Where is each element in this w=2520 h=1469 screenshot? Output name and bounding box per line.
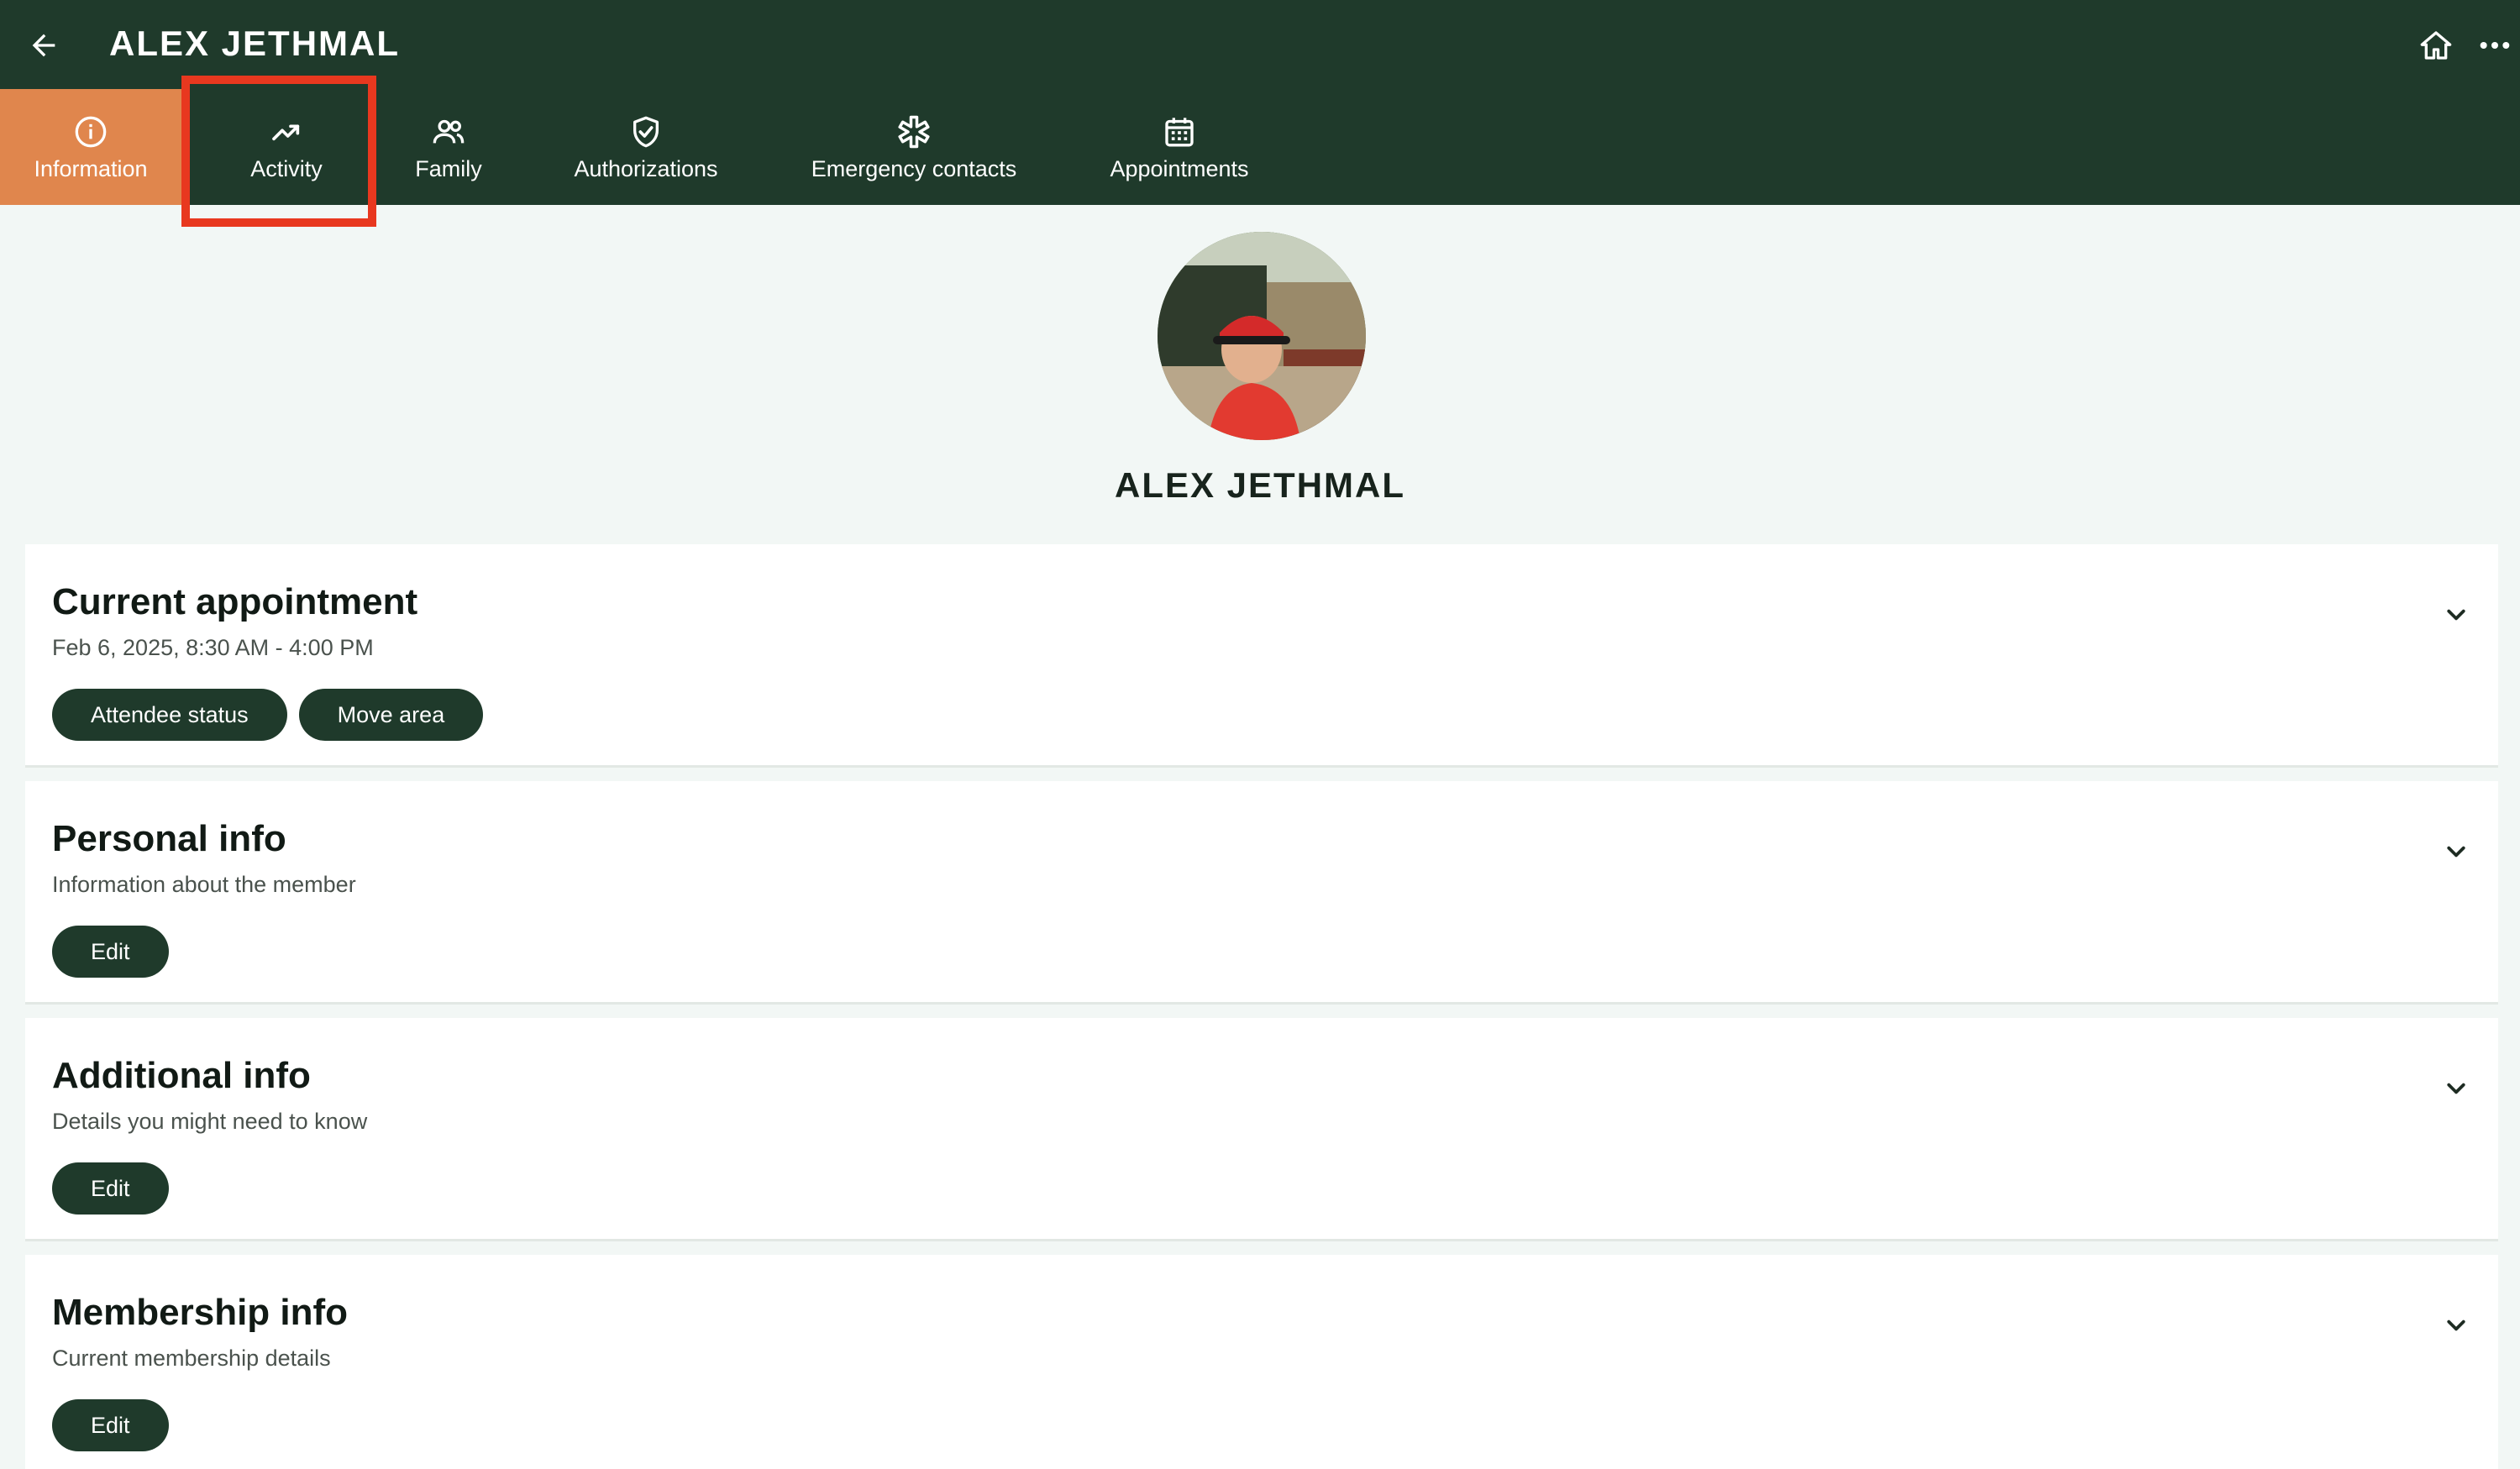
card-subtitle: Details you might need to know	[52, 1109, 368, 1134]
tab-label: Activity	[250, 155, 323, 181]
info-icon	[74, 113, 108, 151]
avatar[interactable]	[1158, 232, 1366, 440]
current-appointment-card: Current appointment Feb 6, 2025, 8:30 AM…	[25, 544, 2498, 768]
tab-label: Authorizations	[574, 155, 718, 181]
edit-additional-info-button[interactable]: Edit	[52, 1162, 169, 1215]
tab-authorizations[interactable]: Authorizations	[539, 89, 753, 205]
tab-activity[interactable]: Activity	[190, 89, 383, 205]
chevron-down-icon	[2447, 1083, 2465, 1094]
profile-name: ALEX JETHMAL	[1114, 465, 1405, 505]
card-subtitle: Current membership details	[52, 1346, 331, 1371]
tab-family[interactable]: Family	[383, 89, 514, 205]
tab-label: Appointments	[1110, 155, 1249, 181]
card-title: Current appointment	[52, 581, 418, 622]
card-subtitle: Information about the member	[52, 872, 356, 897]
tab-label: Family	[415, 155, 482, 181]
chevron-down-icon	[2447, 609, 2465, 621]
expand-button[interactable]	[2439, 1072, 2473, 1105]
home-button[interactable]	[2411, 20, 2461, 71]
additional-info-card: Additional info Details you might need t…	[25, 1018, 2498, 1241]
chevron-down-icon	[2447, 1319, 2465, 1331]
button-row: Attendee status Move area	[52, 689, 484, 741]
personal-info-card: Personal info Information about the memb…	[25, 781, 2498, 1005]
button-row: Edit	[52, 926, 169, 978]
tab-label: Emergency contacts	[811, 155, 1017, 181]
card-title: Membership info	[52, 1292, 349, 1333]
edit-membership-info-button[interactable]: Edit	[52, 1399, 169, 1451]
card-title: Personal info	[52, 818, 286, 859]
tab-label: Information	[34, 155, 148, 181]
more-horizontal-icon	[2480, 42, 2510, 49]
top-app-bar: ALEX JETHMAL Information Activity Family…	[0, 0, 2520, 205]
tab-appointments[interactable]: Appointments	[1089, 89, 1270, 205]
expand-button[interactable]	[2439, 835, 2473, 868]
page-title: ALEX JETHMAL	[109, 24, 401, 63]
edit-personal-info-button[interactable]: Edit	[52, 926, 169, 978]
expand-button[interactable]	[2439, 1309, 2473, 1342]
button-row: Edit	[52, 1162, 169, 1215]
tab-emergency-contacts[interactable]: Emergency contacts	[793, 89, 1035, 205]
tab-bar: Information Activity Family Authorizatio…	[0, 89, 2520, 205]
button-row: Edit	[52, 1399, 169, 1451]
trending-up-icon	[268, 113, 305, 151]
chevron-down-icon	[2447, 846, 2465, 858]
back-button[interactable]	[18, 20, 69, 71]
card-title: Additional info	[52, 1055, 311, 1096]
tab-information[interactable]: Information	[0, 89, 181, 205]
people-icon	[430, 113, 467, 151]
attendee-status-button[interactable]: Attendee status	[52, 689, 287, 741]
medical-star-icon	[896, 113, 932, 151]
home-icon	[2420, 31, 2452, 60]
move-area-button[interactable]: Move area	[298, 689, 484, 741]
membership-info-card: Membership info Current membership detai…	[25, 1255, 2498, 1469]
arrow-left-icon	[32, 34, 55, 57]
more-options-button[interactable]	[2470, 20, 2520, 71]
shield-check-icon	[629, 113, 663, 151]
expand-button[interactable]	[2439, 598, 2473, 632]
calendar-icon	[1163, 113, 1196, 151]
appointment-time: Feb 6, 2025, 8:30 AM - 4:00 PM	[52, 635, 374, 660]
